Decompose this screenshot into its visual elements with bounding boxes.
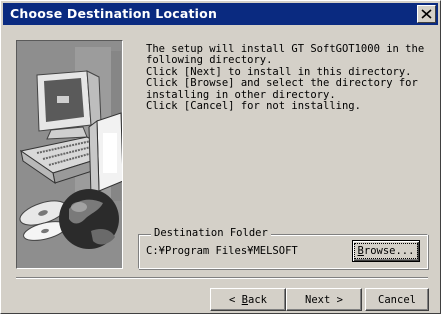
destination-folder-label: Destination Folder [151, 227, 271, 239]
dialog-window: Choose Destination Location The setup wi… [0, 0, 441, 314]
instructions-text: The setup will install GT SoftGOT1000 in… [146, 43, 434, 113]
next-button[interactable]: Next > [286, 288, 362, 311]
back-button-label: < Back [229, 293, 267, 306]
browse-button[interactable]: Browse... [352, 240, 420, 262]
destination-path: C:¥Program Files¥MELSOFT [146, 245, 298, 257]
next-button-label: Next > [305, 293, 343, 306]
software-box-icon [88, 112, 122, 196]
title-bar[interactable]: Choose Destination Location [3, 3, 438, 25]
browse-button-label: Browse... [353, 243, 419, 259]
close-button[interactable] [417, 5, 436, 23]
instruction-line: Click [Browse] and select the directory … [146, 77, 418, 90]
setup-illustration-panel [16, 40, 123, 269]
instruction-line: Click [Cancel] for not installing. [146, 100, 361, 113]
close-icon [421, 9, 432, 19]
computer-setup-illustration [17, 41, 122, 268]
cancel-button-label: Cancel [378, 293, 416, 306]
window-title: Choose Destination Location [10, 6, 218, 21]
back-button[interactable]: < Back [210, 288, 286, 311]
globe-icon [59, 189, 119, 249]
cancel-button[interactable]: Cancel [365, 288, 429, 311]
button-separator [16, 277, 428, 279]
